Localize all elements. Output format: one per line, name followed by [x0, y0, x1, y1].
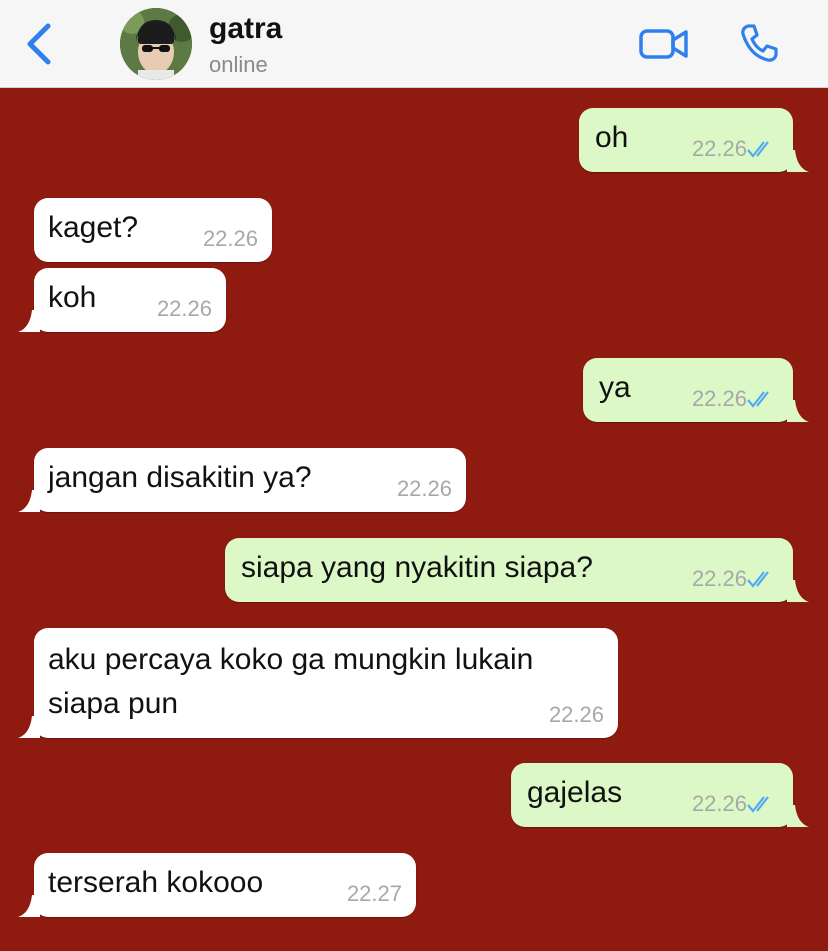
avatar[interactable]	[120, 8, 192, 80]
message-text: ya	[599, 371, 631, 404]
message-time: 22.26	[396, 476, 452, 501]
message-text: terserah kokooo	[48, 866, 264, 899]
message-text: kaget?	[48, 211, 139, 244]
message-bubble-incoming[interactable]: kaget? 22.26	[34, 198, 272, 262]
message-bubble-incoming[interactable]: koh 22.26	[18, 268, 226, 332]
bubble-tail	[787, 150, 809, 172]
message-time: 22.26	[202, 226, 258, 251]
message-time: 22.26	[691, 386, 747, 411]
double-check-icon	[747, 571, 769, 588]
bubble-tail	[787, 400, 809, 422]
bubble-tail	[18, 310, 40, 332]
bubble-tail	[787, 805, 809, 827]
message-text: koh	[48, 281, 97, 314]
message-bubble-outgoing[interactable]: siapa yang nyakitin siapa? 22.26	[225, 538, 809, 602]
message-bubble-incoming[interactable]: terserah kokooo 22.27	[18, 853, 416, 917]
message-text-line1: aku percaya koko ga mungkin lukain	[48, 643, 534, 676]
contact-status: online	[209, 52, 268, 77]
message-text: jangan disakitin ya?	[48, 461, 312, 494]
double-check-icon	[747, 796, 769, 813]
message-text: gajelas	[527, 776, 623, 809]
bubble-tail	[787, 580, 809, 602]
bubble-tail	[18, 716, 40, 738]
message-text-line2: siapa pun	[48, 687, 179, 720]
bubble-tail	[18, 895, 40, 917]
back-chevron-icon[interactable]	[22, 22, 56, 66]
message-time: 22.26	[548, 702, 604, 727]
phone-call-icon[interactable]	[738, 22, 780, 64]
message-bubble-outgoing[interactable]: gajelas 22.26	[511, 763, 809, 827]
chat-header: gatra online	[0, 0, 828, 88]
double-check-icon	[747, 141, 769, 158]
message-time: 22.27	[346, 881, 402, 906]
bubble-tail	[18, 490, 40, 512]
message-time: 22.26	[691, 791, 747, 816]
message-bubble-outgoing[interactable]: oh 22.26	[579, 108, 809, 172]
message-bubble-incoming[interactable]: aku percaya koko ga mungkin lukain siapa…	[18, 628, 618, 738]
message-time: 22.26	[156, 296, 212, 321]
message-time: 22.26	[691, 136, 747, 161]
message-bubble-incoming[interactable]: jangan disakitin ya? 22.26	[18, 448, 466, 512]
message-time: 22.26	[691, 566, 747, 591]
message-bubble-outgoing[interactable]: ya 22.26	[583, 358, 809, 422]
contact-name[interactable]: gatra	[209, 12, 282, 46]
video-call-icon[interactable]	[638, 26, 690, 62]
double-check-icon	[747, 391, 769, 408]
message-text: siapa yang nyakitin siapa?	[241, 551, 593, 584]
message-text: oh	[595, 121, 629, 154]
